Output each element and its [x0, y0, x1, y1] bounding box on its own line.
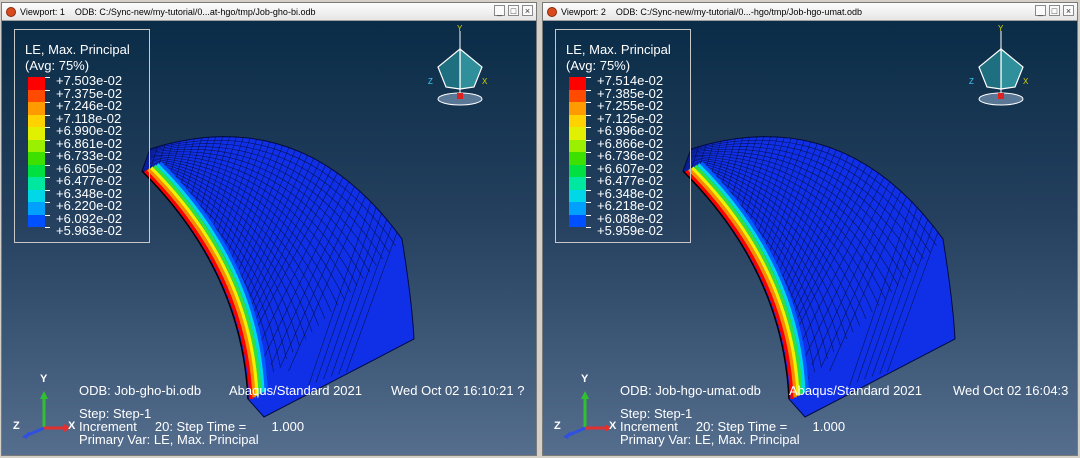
legend-tick [45, 127, 50, 128]
legend-swatch [569, 177, 586, 190]
legend-swatch [569, 139, 586, 152]
triad-y-label: Y [40, 373, 48, 385]
viewport-titlebar[interactable]: Viewport: 2 ODB: C:/Sync-new/my-tutorial… [543, 3, 1077, 21]
legend-swatch [569, 164, 586, 177]
legend-tick [586, 214, 591, 216]
viewport-canvas[interactable]: LE, Max. Principal (Avg: 75%) +7.503e-02… [2, 21, 536, 455]
view-cube-x-label: X [482, 77, 488, 86]
legend-swatch [28, 139, 45, 152]
maximize-button[interactable]: □ [508, 5, 519, 16]
legend-tick [45, 189, 50, 191]
legend-swatch [569, 102, 586, 115]
legend-tick [586, 102, 591, 103]
view-cube-y-label: Y [998, 24, 1004, 33]
legend-tick [586, 152, 591, 153]
info-odb: ODB: Job-hgo-umat.odb [620, 383, 761, 398]
legend-tick [586, 202, 591, 203]
legend-swatch [569, 189, 586, 202]
info-odb: ODB: Job-gho-bi.odb [79, 383, 202, 398]
legend-tick [45, 77, 50, 78]
triad-x-label: X [68, 420, 76, 432]
legend-swatch [28, 214, 45, 227]
info-date: Wed Oct 02 16:10:21 ? [391, 383, 525, 398]
info-primary-var: Primary Var: LE, Max. Principal [79, 432, 259, 447]
viewport-1[interactable]: Viewport: 1 ODB: C:/Sync-new/my-tutorial… [1, 2, 537, 456]
legend-swatch [569, 202, 586, 215]
legend-swatch [28, 164, 45, 177]
view-cube-z-label: Z [969, 77, 974, 86]
legend-tick [586, 164, 591, 166]
legend-tick [45, 177, 50, 178]
legend-tick [586, 89, 591, 91]
legend-tick [586, 127, 591, 128]
minimize-button[interactable]: _ [1035, 5, 1046, 16]
view-cube-x-label: X [1023, 77, 1029, 86]
legend-tick [45, 164, 50, 166]
info-solver: Abaqus/Standard 2021 [229, 383, 362, 398]
legend-value: +5.963e-02 [56, 223, 123, 238]
legend-tick [45, 214, 50, 216]
legend-title: LE, Max. Principal [566, 42, 671, 57]
legend-swatch [569, 77, 586, 90]
viewport-canvas[interactable]: LE, Max. Principal (Avg: 75%) +7.514e-02… [543, 21, 1077, 455]
odb-path: ODB: C:/Sync-new/my-tutorial/0...at-hgo/… [74, 6, 316, 17]
contour-legend: LE, Max. Principal (Avg: 75%) +7.503e-02… [14, 29, 150, 243]
triad-z-label: Z [13, 420, 20, 432]
legend-swatch [28, 102, 45, 115]
legend-title: LE, Max. Principal [25, 42, 130, 57]
legend-tick [45, 102, 50, 103]
legend-tick [586, 189, 591, 191]
info-solver: Abaqus/Standard 2021 [789, 383, 922, 398]
triad-y-label: Y [581, 373, 589, 385]
triad-z-label: Z [554, 420, 561, 432]
legend-tick [45, 202, 50, 203]
legend-swatch [569, 127, 586, 140]
viewport-title: Viewport: 2 [561, 6, 606, 17]
legend-subtitle: (Avg: 75%) [25, 58, 90, 73]
legend-tick [586, 77, 591, 78]
legend-tick [45, 227, 50, 228]
legend-tick [45, 89, 50, 91]
legend-swatch [28, 114, 45, 127]
close-button[interactable]: × [1063, 5, 1074, 16]
legend-tick [586, 114, 591, 116]
legend-swatch [28, 77, 45, 90]
info-date: Wed Oct 02 16:04:3 [953, 383, 1069, 398]
view-cube-z-label: Z [428, 77, 433, 86]
close-button[interactable]: × [522, 5, 533, 16]
abaqus-icon [547, 6, 557, 17]
legend-subtitle: (Avg: 75%) [566, 58, 631, 73]
maximize-button[interactable]: □ [1049, 5, 1060, 16]
legend-swatch [569, 152, 586, 165]
legend-swatch [28, 152, 45, 165]
contour-legend: LE, Max. Principal (Avg: 75%) +7.514e-02… [555, 29, 691, 243]
info-primary-var: Primary Var: LE, Max. Principal [620, 432, 800, 447]
legend-swatch [569, 214, 586, 227]
triad-x-label: X [609, 420, 617, 432]
legend-tick [45, 152, 50, 153]
legend-swatch [28, 89, 45, 102]
legend-tick [45, 114, 50, 116]
viewport-titlebar[interactable]: Viewport: 1 ODB: C:/Sync-new/my-tutorial… [2, 3, 536, 21]
legend-swatch [569, 114, 586, 127]
legend-tick [586, 227, 591, 228]
viewport-2[interactable]: Viewport: 2 ODB: C:/Sync-new/my-tutorial… [542, 2, 1078, 456]
legend-swatch [28, 177, 45, 190]
legend-swatch [28, 202, 45, 215]
legend-tick [45, 139, 50, 141]
legend-tick [586, 177, 591, 178]
viewport-title: Viewport: 1 [20, 6, 65, 17]
legend-value: +5.959e-02 [597, 223, 664, 238]
odb-path: ODB: C:/Sync-new/my-tutorial/0...-hgo/tm… [615, 6, 862, 17]
legend-swatch [28, 189, 45, 202]
legend-swatch [569, 89, 586, 102]
abaqus-icon [6, 6, 16, 17]
legend-swatch [28, 127, 45, 140]
view-cube-y-label: Y [457, 24, 463, 33]
minimize-button[interactable]: _ [494, 5, 505, 16]
legend-tick [586, 139, 591, 141]
